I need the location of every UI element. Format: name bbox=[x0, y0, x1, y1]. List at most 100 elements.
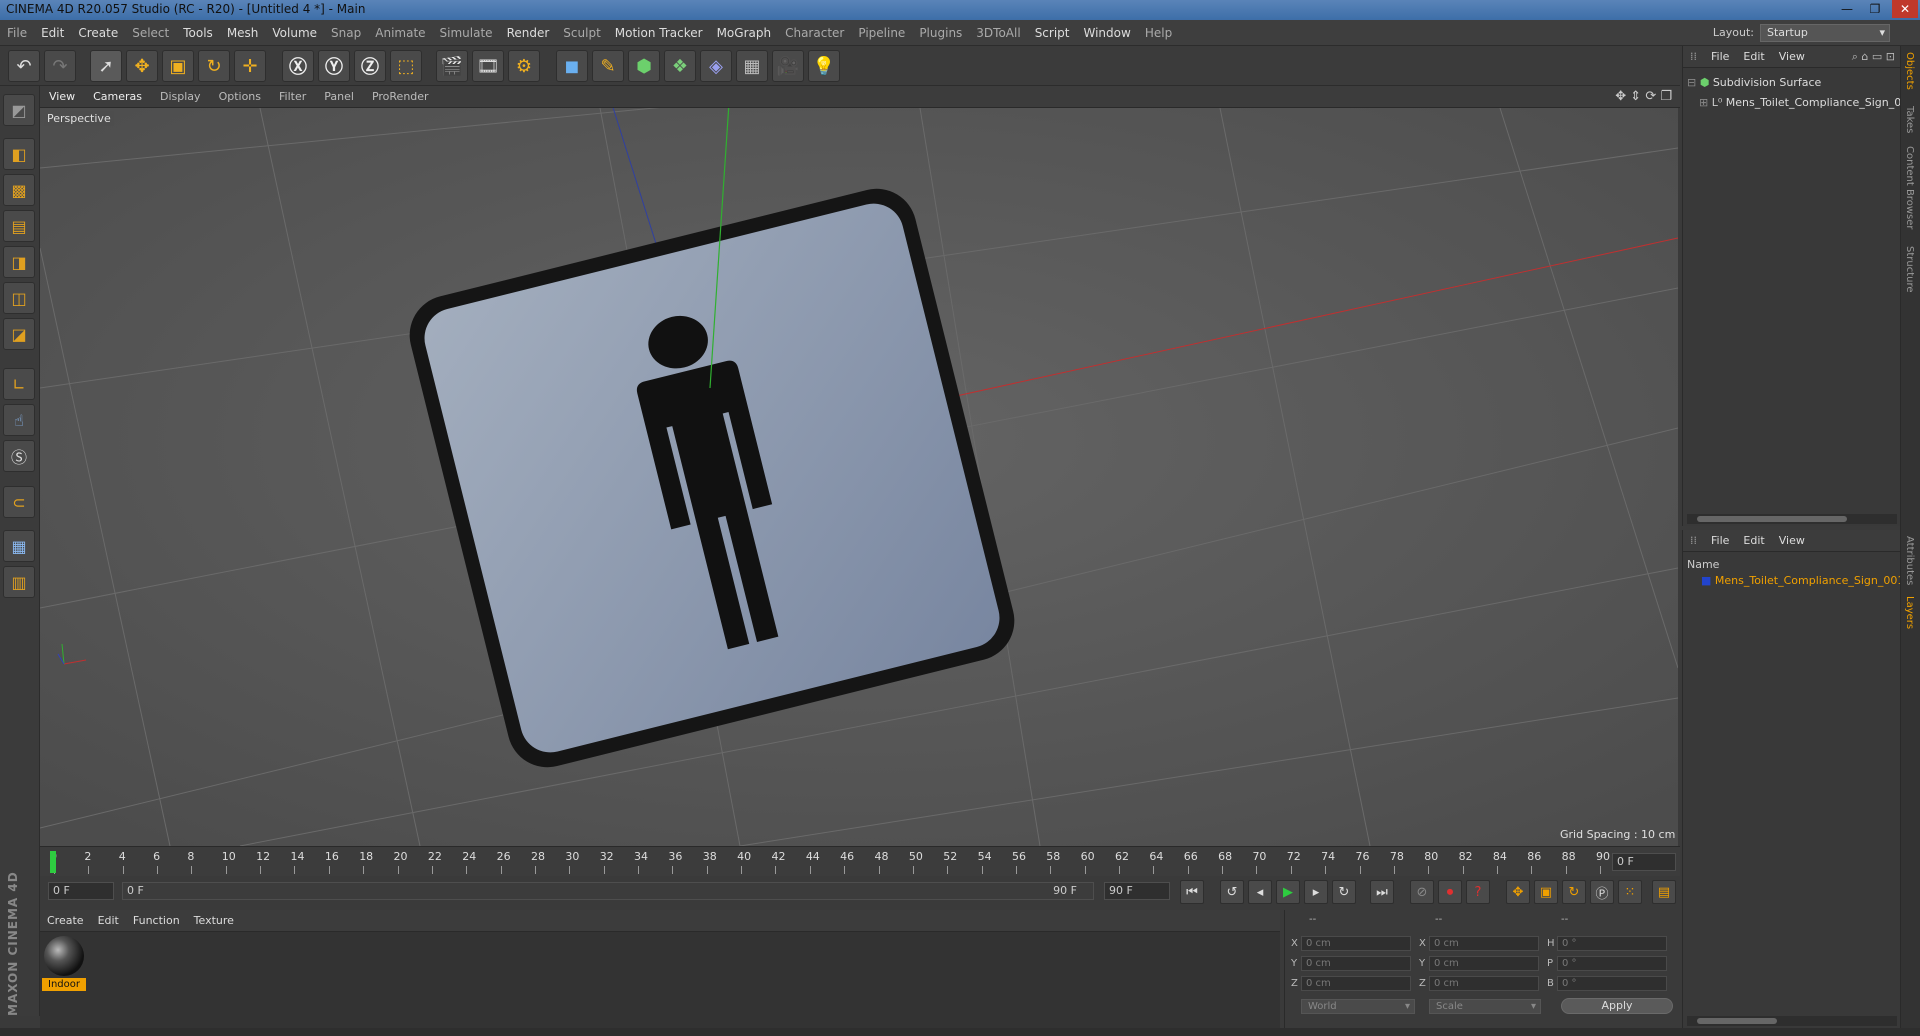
goto-start-icon[interactable]: ⏮ bbox=[1180, 880, 1204, 904]
menu-simulate[interactable]: Simulate bbox=[433, 20, 500, 46]
tab-attributes[interactable]: Attributes bbox=[1904, 536, 1915, 585]
move-icon[interactable]: ✥ bbox=[126, 50, 158, 82]
lock-grid-icon[interactable]: ▦ bbox=[3, 530, 35, 562]
horizontal-scrollbar[interactable] bbox=[1687, 514, 1897, 524]
material-menu-edit[interactable]: Edit bbox=[91, 910, 126, 932]
z-axis-icon[interactable]: Ⓩ bbox=[354, 50, 386, 82]
make-editable-icon[interactable]: ◩ bbox=[3, 94, 35, 126]
rotation-p-field[interactable]: 0 ° bbox=[1557, 956, 1667, 971]
play-icon[interactable]: ▶ bbox=[1276, 880, 1300, 904]
menu-motion-tracker[interactable]: Motion Tracker bbox=[608, 20, 710, 46]
tab-layers[interactable]: Layers bbox=[1904, 596, 1915, 629]
material-name-label[interactable]: Indoor bbox=[42, 978, 86, 991]
layer-row[interactable]: ■ Mens_Toilet_Compliance_Sign_001 bbox=[1701, 574, 1911, 587]
coordinate-system-icon[interactable]: ⬚ bbox=[390, 50, 422, 82]
menu-render[interactable]: Render bbox=[500, 20, 557, 46]
undo-icon[interactable]: ↶ bbox=[8, 50, 40, 82]
keyframe-selection-icon[interactable]: ⊘ bbox=[1410, 880, 1434, 904]
viewport-menu-prorender[interactable]: ProRender bbox=[363, 86, 438, 108]
menu-mesh[interactable]: Mesh bbox=[220, 20, 266, 46]
object-row[interactable]: ⊟ ⬢ Subdivision Surface bbox=[1687, 76, 1897, 89]
tweak-icon[interactable]: ☝ bbox=[3, 404, 35, 436]
object-menu-edit[interactable]: Edit bbox=[1736, 46, 1771, 68]
menu-window[interactable]: Window bbox=[1077, 20, 1138, 46]
model-mode-icon[interactable]: ◧ bbox=[3, 138, 35, 170]
layer-menu-file[interactable]: File bbox=[1704, 530, 1736, 552]
viewport-menu-options[interactable]: Options bbox=[210, 86, 270, 108]
pla-key-icon[interactable]: ⁙ bbox=[1618, 880, 1642, 904]
position-z-field[interactable]: 0 cm bbox=[1301, 976, 1411, 991]
menu-3dtoall[interactable]: 3DToAll bbox=[969, 20, 1027, 46]
param-key-icon[interactable]: Ⓟ bbox=[1590, 880, 1614, 904]
object-row[interactable]: ⊞ L⁰ Mens_Toilet_Compliance_Sign_001 bbox=[1699, 96, 1909, 109]
menu-create[interactable]: Create bbox=[71, 20, 125, 46]
scale-icon[interactable]: ▣ bbox=[162, 50, 194, 82]
x-axis-icon[interactable]: Ⓧ bbox=[282, 50, 314, 82]
viewport-menu-view[interactable]: View bbox=[40, 86, 84, 108]
move-key-icon[interactable]: ✥ bbox=[1506, 880, 1530, 904]
material-menu-texture[interactable]: Texture bbox=[187, 910, 241, 932]
apply-button[interactable]: Apply bbox=[1561, 998, 1673, 1014]
menu-plugins[interactable]: Plugins bbox=[912, 20, 969, 46]
light-icon[interactable]: 💡 bbox=[808, 50, 840, 82]
menu-help[interactable]: Help bbox=[1138, 20, 1179, 46]
tab-takes[interactable]: Takes bbox=[1904, 106, 1915, 133]
workplane-icon[interactable]: ▤ bbox=[3, 210, 35, 242]
viewport-menu-display[interactable]: Display bbox=[151, 86, 210, 108]
menu-mograph[interactable]: MoGraph bbox=[710, 20, 779, 46]
minimize-button[interactable]: — bbox=[1834, 0, 1860, 18]
rotate-icon[interactable]: ↻ bbox=[198, 50, 230, 82]
playhead[interactable] bbox=[50, 851, 56, 873]
menu-animate[interactable]: Animate bbox=[368, 20, 432, 46]
rotate-key-icon[interactable]: ↻ bbox=[1562, 880, 1586, 904]
subdivision-icon[interactable]: ⬢ bbox=[628, 50, 660, 82]
expand-icon[interactable]: ⊟ bbox=[1687, 76, 1700, 89]
menu-volume[interactable]: Volume bbox=[265, 20, 324, 46]
camera-icon[interactable]: 🎥 bbox=[772, 50, 804, 82]
points-mode-icon[interactable]: ◨ bbox=[3, 246, 35, 278]
tab-objects[interactable]: Objects bbox=[1904, 52, 1915, 90]
snap-icon[interactable]: Ⓢ bbox=[3, 440, 35, 472]
edges-mode-icon[interactable]: ◫ bbox=[3, 282, 35, 314]
y-axis-icon[interactable]: Ⓨ bbox=[318, 50, 350, 82]
solo-icon[interactable]: ▥ bbox=[3, 566, 35, 598]
3d-viewport[interactable] bbox=[40, 108, 1678, 846]
redo-icon[interactable]: ↷ bbox=[44, 50, 76, 82]
next-key-icon[interactable]: ↻ bbox=[1332, 880, 1356, 904]
horizontal-scrollbar[interactable] bbox=[1687, 1016, 1897, 1026]
goto-end-icon[interactable]: ⏭ bbox=[1370, 880, 1394, 904]
object-menu-file[interactable]: File bbox=[1704, 46, 1736, 68]
expand-icon[interactable]: ⊞ bbox=[1699, 96, 1712, 109]
menu-pipeline[interactable]: Pipeline bbox=[851, 20, 912, 46]
magnet-icon[interactable]: ⊂ bbox=[3, 486, 35, 518]
frame-range-slider[interactable]: 0 F 90 F bbox=[122, 882, 1094, 900]
position-y-field[interactable]: 0 cm bbox=[1301, 956, 1411, 971]
maximize-button[interactable]: ❐ bbox=[1862, 0, 1888, 18]
array-icon[interactable]: ❖ bbox=[664, 50, 696, 82]
step-back-icon[interactable]: ◂ bbox=[1248, 880, 1272, 904]
tab-content-browser[interactable]: Content Browser bbox=[1904, 146, 1915, 229]
close-button[interactable]: ✕ bbox=[1892, 0, 1918, 18]
viewport-menu-panel[interactable]: Panel bbox=[315, 86, 363, 108]
end-frame-field[interactable]: 90 F bbox=[1104, 882, 1170, 900]
size-mode-dropdown[interactable]: Scale ▾ bbox=[1429, 999, 1541, 1014]
render-settings-icon[interactable]: ⚙ bbox=[508, 50, 540, 82]
menu-edit[interactable]: Edit bbox=[34, 20, 71, 46]
menu-sculpt[interactable]: Sculpt bbox=[556, 20, 607, 46]
menu-snap[interactable]: Snap bbox=[324, 20, 368, 46]
render-picture-viewer-icon[interactable]: 🎞 bbox=[472, 50, 504, 82]
start-frame-field[interactable]: 0 F bbox=[48, 882, 114, 900]
coordinate-mode-dropdown[interactable]: World ▾ bbox=[1301, 999, 1415, 1014]
polygons-mode-icon[interactable]: ◪ bbox=[3, 318, 35, 350]
viewport-menu-cameras[interactable]: Cameras bbox=[84, 86, 151, 108]
record-icon[interactable]: ⏺ bbox=[1438, 880, 1462, 904]
position-x-field[interactable]: 0 cm bbox=[1301, 936, 1411, 951]
layer-color-swatch[interactable]: ■ bbox=[1701, 574, 1715, 587]
step-forward-icon[interactable]: ▸ bbox=[1304, 880, 1328, 904]
material-preview[interactable] bbox=[44, 936, 84, 976]
timeline-icon[interactable]: ▤ bbox=[1652, 880, 1676, 904]
axis-mode-icon[interactable]: ∟ bbox=[3, 368, 35, 400]
size-y-field[interactable]: 0 cm bbox=[1429, 956, 1539, 971]
cube-icon[interactable]: ◼ bbox=[556, 50, 588, 82]
autokey-icon[interactable]: ? bbox=[1466, 880, 1490, 904]
